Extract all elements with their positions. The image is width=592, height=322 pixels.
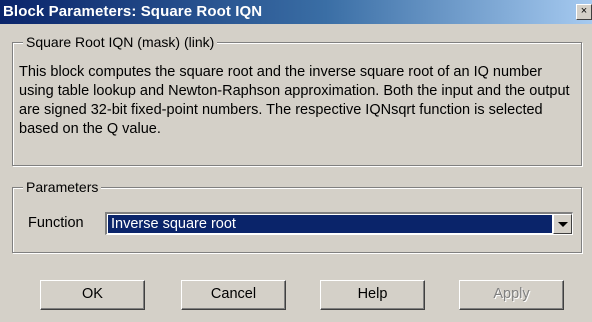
function-select[interactable]: Inverse square root (105, 212, 573, 235)
ok-button[interactable]: OK (40, 280, 145, 310)
help-button[interactable]: Help (320, 280, 425, 310)
function-label: Function (28, 215, 84, 231)
apply-button[interactable]: Apply (459, 280, 564, 310)
parameters-group: Parameters Function Inverse square root (12, 178, 582, 253)
function-select-value[interactable]: Inverse square root (108, 215, 552, 233)
close-button[interactable]: × (576, 4, 592, 20)
parameters-group-label: Parameters (23, 178, 102, 196)
title-bar[interactable]: Block Parameters: Square Root IQN × (0, 0, 592, 24)
close-icon: × (580, 5, 588, 17)
description-group-label: Square Root IQN (mask) (link) (23, 33, 218, 51)
function-dropdown-button[interactable] (553, 214, 572, 234)
cancel-button[interactable]: Cancel (181, 280, 286, 310)
block-description: This block computes the square root and … (19, 64, 570, 137)
window-title: Block Parameters: Square Root IQN (3, 3, 263, 20)
chevron-down-icon (558, 222, 568, 227)
description-group: Square Root IQN (mask) (link) This block… (12, 33, 582, 166)
